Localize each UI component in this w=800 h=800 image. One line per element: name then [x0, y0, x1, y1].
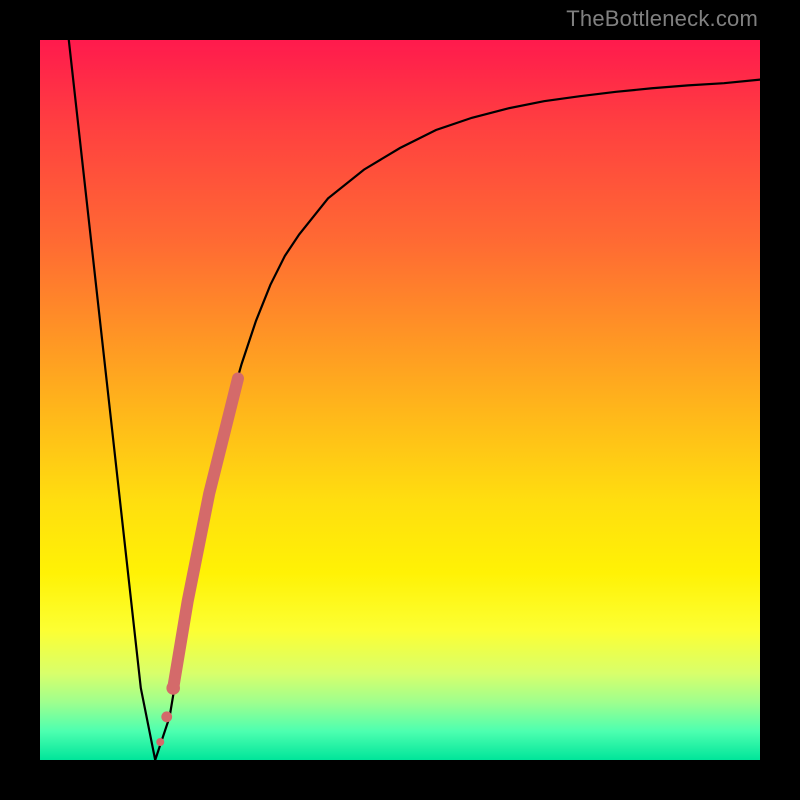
chart-svg [40, 40, 760, 760]
highlight-segment-line [173, 378, 238, 688]
main-curve-line [69, 40, 760, 760]
plot-area [40, 40, 760, 760]
highlight-dots-group [156, 681, 180, 746]
highlight-dot [161, 711, 172, 722]
highlight-dot [156, 738, 164, 746]
highlight-dot [166, 681, 180, 695]
watermark-text: TheBottleneck.com [566, 6, 758, 32]
chart-frame: TheBottleneck.com [0, 0, 800, 800]
